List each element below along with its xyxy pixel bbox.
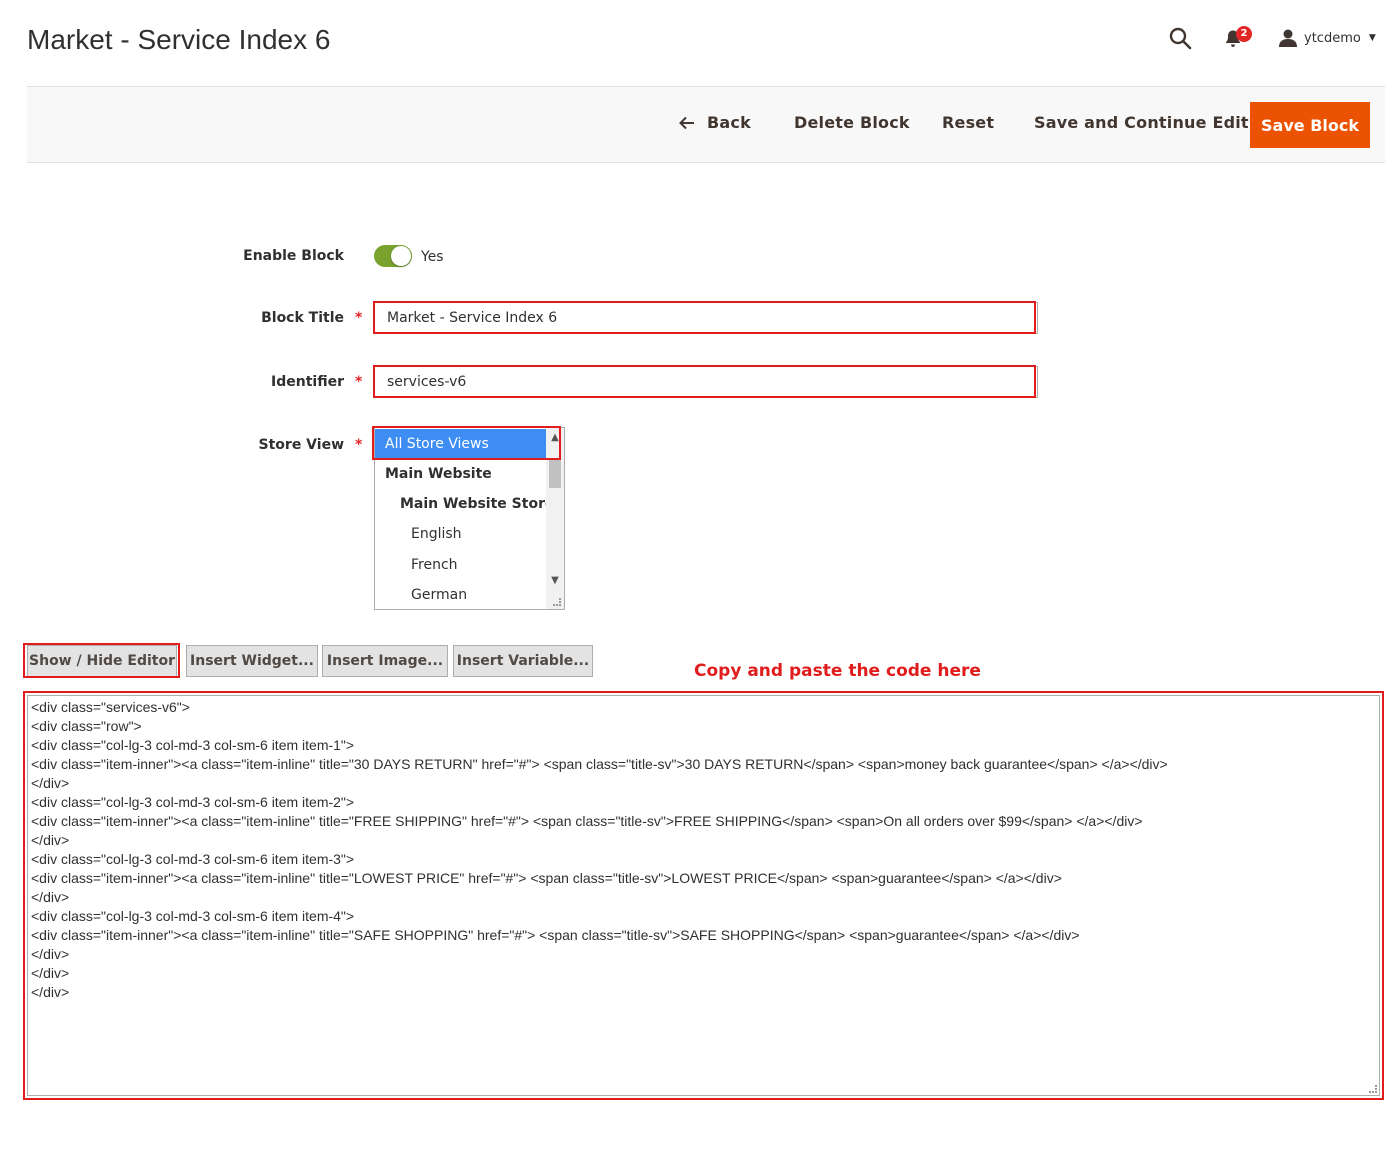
search-icon[interactable] xyxy=(1168,26,1192,50)
code-line: <div class="col-lg-3 col-md-3 col-sm-6 i… xyxy=(31,851,355,867)
code-line: <div class="item-inner"><a class="item-i… xyxy=(31,927,1080,943)
store-view-multiselect[interactable]: All Store Views Main Website Main Websit… xyxy=(374,427,565,610)
store-option-english[interactable]: English xyxy=(375,519,546,549)
store-option-all-store-views[interactable]: All Store Views xyxy=(375,429,546,459)
enable-block-label: Enable Block xyxy=(243,248,344,264)
back-button[interactable]: Back xyxy=(679,113,751,132)
chevron-up-icon[interactable]: ▲ xyxy=(549,431,561,445)
code-line: </div> xyxy=(31,832,70,848)
required-marker: * xyxy=(355,437,363,453)
insert-widget-button[interactable]: Insert Widget... xyxy=(186,645,318,677)
block-title-input[interactable] xyxy=(374,302,1038,334)
code-line: <div class="item-inner"><a class="item-i… xyxy=(31,813,1143,829)
username: ytcdemo xyxy=(1304,30,1361,46)
show-hide-editor-button[interactable]: Show / Hide Editor xyxy=(27,645,177,677)
code-line: </div> xyxy=(31,984,70,1000)
instruction-annotation: Copy and paste the code here xyxy=(694,661,981,681)
store-option-main-website-store[interactable]: Main Website Store xyxy=(375,489,554,519)
save-and-continue-button[interactable]: Save and Continue Edit xyxy=(1034,113,1249,132)
code-line: <div class="item-inner"><a class="item-i… xyxy=(31,870,1062,886)
reset-button[interactable]: Reset xyxy=(942,113,994,132)
code-line: </div> xyxy=(31,775,70,791)
store-option-german[interactable]: German xyxy=(375,580,546,609)
code-line: </div> xyxy=(31,965,70,981)
delete-block-button[interactable]: Delete Block xyxy=(794,113,910,132)
identifier-label: Identifier xyxy=(271,374,344,390)
insert-variable-button[interactable]: Insert Variable... xyxy=(453,645,593,677)
scrollbar-thumb[interactable] xyxy=(549,460,561,488)
required-marker: * xyxy=(355,374,363,390)
back-label: Back xyxy=(707,113,751,132)
enable-block-value: Yes xyxy=(421,249,444,265)
code-line: </div> xyxy=(31,946,70,962)
resize-grip-icon[interactable] xyxy=(553,598,561,606)
page-title: Market - Service Index 6 xyxy=(27,24,331,55)
arrow-left-icon xyxy=(679,116,694,129)
code-line: <div class="item-inner"><a class="item-i… xyxy=(31,756,1168,772)
content-textarea[interactable]: <div class="services-v6"> <div class="ro… xyxy=(27,695,1380,1096)
insert-image-button[interactable]: Insert Image... xyxy=(322,645,448,677)
code-line: <div class="col-lg-3 col-md-3 col-sm-6 i… xyxy=(31,794,355,810)
save-block-button[interactable]: Save Block xyxy=(1250,102,1370,148)
block-title-label: Block Title xyxy=(261,310,344,326)
store-view-label: Store View xyxy=(258,437,344,453)
code-line: <div class="row"> xyxy=(31,718,142,734)
chevron-down-icon[interactable]: ▼ xyxy=(549,574,561,588)
resize-grip-icon[interactable] xyxy=(1369,1085,1377,1093)
store-option-main-website[interactable]: Main Website xyxy=(375,459,546,489)
user-menu[interactable]: ytcdemo ▼ xyxy=(1278,26,1376,50)
notification-badge: 2 xyxy=(1236,26,1252,42)
store-option-french[interactable]: French xyxy=(375,550,546,580)
scrollbar[interactable]: ▲ ▼ xyxy=(546,428,564,609)
user-icon xyxy=(1279,29,1297,47)
caret-down-icon: ▼ xyxy=(1368,33,1376,43)
enable-block-toggle[interactable] xyxy=(374,245,412,267)
page-actions-bar: Back Delete Block Reset Save and Continu… xyxy=(27,86,1385,163)
code-line: </div> xyxy=(31,889,70,905)
code-line: <div class="services-v6"> xyxy=(31,699,190,715)
required-marker: * xyxy=(355,310,363,326)
toggle-knob xyxy=(391,246,411,266)
code-line: <div class="col-lg-3 col-md-3 col-sm-6 i… xyxy=(31,737,355,753)
code-line: <div class="col-lg-3 col-md-3 col-sm-6 i… xyxy=(31,908,355,924)
identifier-input[interactable] xyxy=(374,366,1038,398)
